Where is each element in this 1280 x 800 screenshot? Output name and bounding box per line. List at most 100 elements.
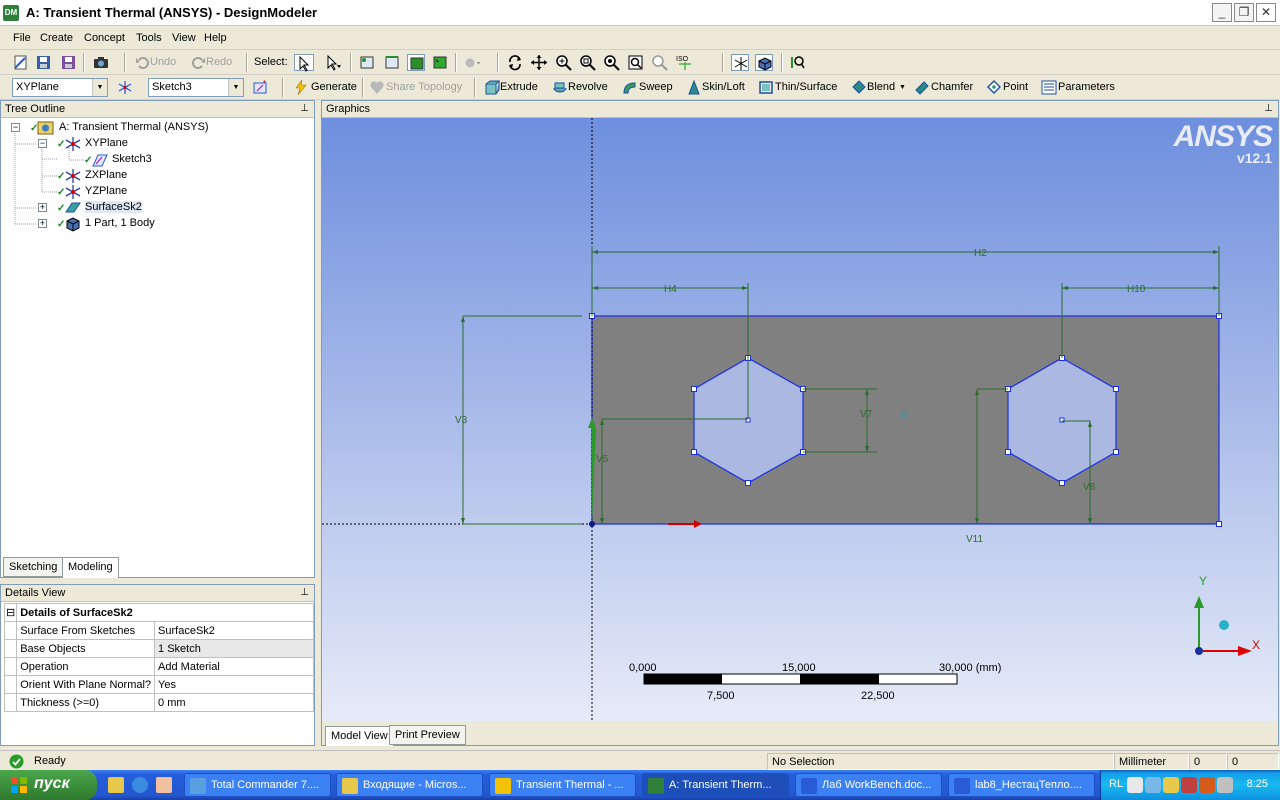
extrude-button[interactable]: Extrude [500,81,538,93]
model-canvas[interactable]: H2 H4 H10 V3 V5 V7 V8 V11 0,000 15,000 3… [322,118,1278,721]
tray-network-icon[interactable] [1145,777,1161,793]
minimize-button[interactable]: _ [1212,3,1232,22]
quicklaunch-desktop-icon[interactable] [156,777,172,793]
details-title: Details of SurfaceSk2 [16,603,314,622]
thin-surface-button[interactable]: Thin/Surface [775,81,837,93]
screenshot-camera-icon[interactable] [92,54,110,71]
quicklaunch-outlook-icon[interactable] [108,777,124,793]
share-topology-button[interactable]: Share Topology [386,81,462,93]
extrude-icon [485,80,500,95]
save-as-icon[interactable] [60,54,78,71]
revolve-icon [553,82,567,93]
generate-button[interactable]: Generate [311,81,357,93]
rotate-icon[interactable] [506,54,524,71]
expand-icon[interactable]: + [38,203,47,212]
tree-item-parts[interactable]: 1 Part, 1 Body [85,217,155,229]
dim-v3: V3 [455,415,468,426]
tree-item-surfacesk2[interactable]: SurfaceSk2 [85,201,142,213]
blend-dropdown-chevron-icon[interactable]: ▼ [899,84,906,91]
plane-select[interactable]: XYPlane ▼ [12,78,108,97]
menu-create[interactable]: Create [40,32,73,44]
tray-app-icon[interactable] [1163,777,1179,793]
box-zoom-icon[interactable] [579,54,597,71]
tab-print-preview[interactable]: Print Preview [389,725,466,745]
next-view-icon[interactable]: ISO [676,54,694,71]
magnifier-icon[interactable] [627,54,645,71]
pin-icon[interactable]: ⊥ [300,587,309,598]
collapse-icon[interactable]: − [11,123,20,132]
undo-label[interactable]: Undo [150,56,176,68]
zoom-icon[interactable] [555,54,573,71]
chevron-down-icon[interactable]: ▼ [92,79,107,96]
pan-icon[interactable] [530,54,548,71]
zoom-to-fit-icon[interactable] [603,54,621,71]
menu-tools[interactable]: Tools [136,32,162,44]
expand-icon[interactable]: + [38,219,47,228]
redo-icon[interactable] [189,54,207,71]
body-filter-icon[interactable] [431,54,449,71]
display-model-icon[interactable] [755,54,773,71]
tray-antivirus-icon[interactable] [1181,777,1197,793]
language-indicator[interactable]: RL [1109,778,1123,790]
collapse-icon[interactable]: ⊟ [3,603,18,622]
tray-volume-icon[interactable] [1217,777,1233,793]
sweep-button[interactable]: Sweep [639,81,673,93]
graphics-viewport[interactable]: H2 H4 H10 V3 V5 V7 V8 V11 0,000 15,000 3… [322,118,1278,721]
tab-modeling[interactable]: Modeling [62,557,119,578]
tab-sketching[interactable]: Sketching [3,557,64,577]
tray-arrow-icon[interactable] [1127,777,1143,793]
new-sketch-icon[interactable]: * [252,79,270,96]
face-filter-icon[interactable] [407,54,425,71]
details-value[interactable]: 1 Sketch [154,639,314,658]
taskbar-button-total-commander[interactable]: Total Commander 7.... [184,773,331,797]
select-mode-icon[interactable] [294,54,314,72]
start-button[interactable]: пуск [0,770,97,800]
menu-file[interactable]: File [13,32,31,44]
maximize-button[interactable]: ❐ [1234,3,1254,22]
details-value[interactable]: Add Material [154,657,314,676]
point-filter-icon[interactable] [358,54,376,71]
triad-toggle-icon[interactable] [731,54,749,71]
graphics-header: Graphics ⊥ [322,101,1278,118]
tree-item-sketch3[interactable]: Sketch3 [112,153,152,165]
tray-app2-icon[interactable] [1199,777,1215,793]
taskbar-button-designmodeler[interactable]: A: Transient Therm... [642,773,789,797]
pin-icon[interactable]: ⊥ [1264,103,1273,114]
tree-item-xyplane[interactable]: XYPlane [85,137,128,149]
collapse-icon[interactable]: − [38,139,47,148]
details-value[interactable]: SurfaceSk2 [154,621,314,640]
save-icon[interactable] [35,54,53,71]
sketch-select[interactable]: Sketch3 ▼ [148,78,244,97]
parameters-button[interactable]: Parameters [1058,81,1115,93]
taskbar-button-lab8-doc[interactable]: lab8_НестацТепло.... [948,773,1095,797]
details-value[interactable]: Yes [154,675,314,694]
new-icon[interactable] [12,54,30,71]
chevron-down-icon[interactable]: ▼ [228,79,243,96]
tree-item-zxplane[interactable]: ZXPlane [85,169,127,181]
details-value[interactable]: 0 mm [154,693,314,712]
select-filter-icon[interactable] [324,54,342,71]
new-plane-icon[interactable] [116,79,134,96]
taskbar-button-word-doc[interactable]: Лаб WorkBench.doc... [795,773,942,797]
extend-selection-icon[interactable] [464,54,488,71]
redo-label[interactable]: Redo [206,56,232,68]
previous-view-icon[interactable] [651,54,669,71]
taskbar-button-outlook[interactable]: Входящие - Micros... [336,773,483,797]
tab-model-view[interactable]: Model View [325,726,394,746]
taskbar-button-workbench[interactable]: Transient Thermal - ... [489,773,636,797]
menu-concept[interactable]: Concept [84,32,125,44]
system-tray: RL 8:25 [1100,770,1280,800]
tree-item-yzplane[interactable]: YZPlane [85,185,127,197]
tree-item-root[interactable]: A: Transient Thermal (ANSYS) [59,121,209,133]
look-at-icon[interactable] [789,54,807,71]
edge-filter-icon[interactable] [383,54,401,71]
menu-help[interactable]: Help [204,32,227,44]
quicklaunch-ie-icon[interactable] [132,777,148,793]
skin-loft-button[interactable]: Skin/Loft [702,81,745,93]
revolve-button[interactable]: Revolve [568,81,608,93]
blend-button[interactable]: Blend [867,81,895,93]
chamfer-button[interactable]: Chamfer [931,81,973,93]
menu-view[interactable]: View [172,32,196,44]
point-button[interactable]: Point [1003,81,1028,93]
close-button[interactable]: ✕ [1256,3,1276,22]
